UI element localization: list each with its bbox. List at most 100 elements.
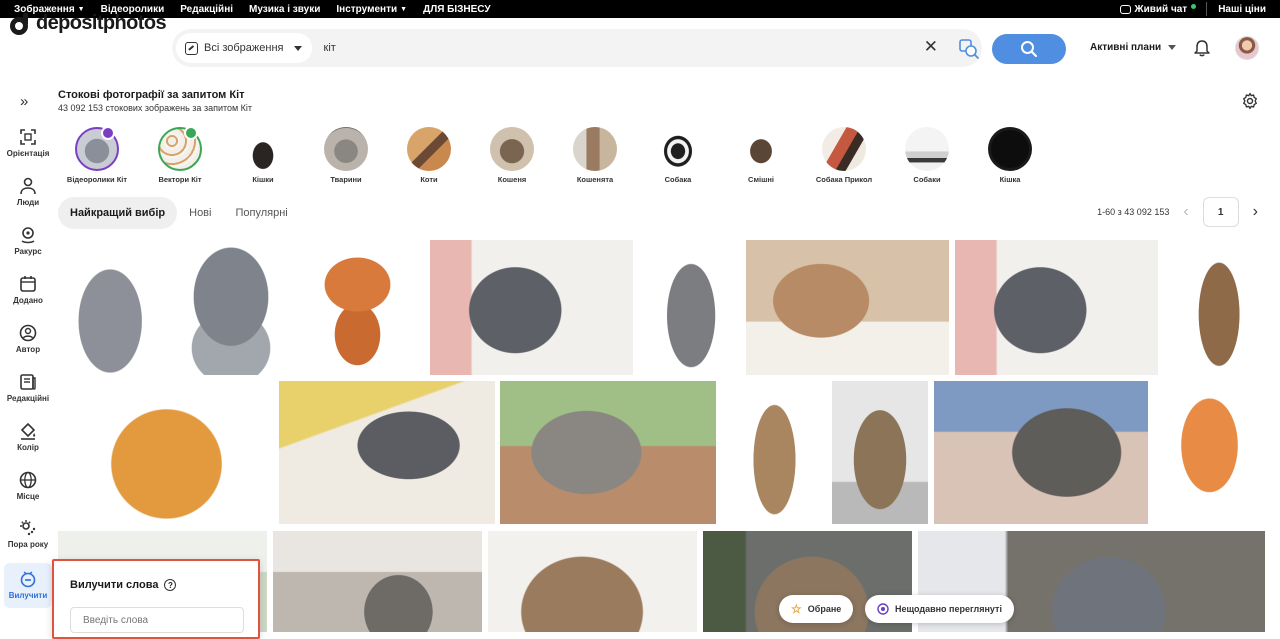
chip-11[interactable]: Собаки (887, 127, 967, 184)
result-image[interactable] (288, 240, 427, 375)
filter-orientation[interactable]: Орієнтація (0, 127, 56, 158)
chip-5[interactable]: Коти (389, 127, 469, 184)
nav-editorial[interactable]: Редакційні (172, 4, 241, 15)
filter-color-label: Колір (17, 443, 39, 452)
nav-tools[interactable]: Інструменти ▼ (328, 4, 415, 15)
help-icon[interactable]: ? (164, 579, 177, 591)
sort-tab-popular[interactable]: Популярні (223, 197, 299, 229)
exclude-words-panel: Вилучити слова ? (52, 559, 260, 639)
chevron-right-icon[interactable]: › (1253, 203, 1258, 221)
chip-12[interactable]: Кішка (970, 127, 1050, 184)
search-button[interactable] (992, 34, 1066, 64)
chip-9-image (739, 127, 783, 171)
nav-business[interactable]: ДЛЯ БІЗНЕСУ (415, 4, 499, 15)
result-image[interactable] (279, 381, 495, 524)
chat-icon (1119, 4, 1131, 14)
chip-3-image (241, 127, 285, 171)
chip-11-label: Собаки (913, 175, 941, 184)
live-chat-link[interactable]: Живий чат (1110, 3, 1207, 15)
eye-icon (877, 603, 889, 615)
chip-videos[interactable]: Відеоролики Кіт (57, 126, 137, 184)
result-image[interactable] (934, 381, 1148, 524)
chip-4-label: Тварини (330, 175, 362, 184)
chip-4[interactable]: Тварини (306, 127, 386, 184)
clear-search-icon[interactable]: ✕ (924, 38, 938, 56)
sort-tab-best[interactable]: Найкращий вибір (58, 197, 178, 229)
result-image[interactable] (832, 381, 928, 524)
filter-viewpoint[interactable]: Ракурс (0, 225, 56, 256)
result-image[interactable] (58, 240, 174, 375)
sort-tab-new[interactable]: Нові (177, 197, 223, 229)
video-badge-icon (101, 126, 115, 140)
filter-people-label: Люди (16, 198, 40, 207)
related-searches: Відеоролики Кіт Вектори Кіт Кішки Тварин… (57, 126, 1058, 187)
logo[interactable]: depositphotos (10, 12, 167, 35)
chevron-left-icon[interactable]: ‹ (1183, 203, 1188, 221)
result-image[interactable] (58, 381, 275, 524)
nav-tools-label: Інструменти (336, 3, 398, 15)
chip-3[interactable]: Кішки (223, 127, 303, 184)
chip-4-image (324, 127, 368, 171)
page-number-input[interactable]: 1 (1202, 197, 1239, 227)
result-image[interactable] (955, 240, 1158, 375)
chip-vectors[interactable]: Вектори Кіт (140, 126, 220, 184)
filter-season[interactable]: Пора року (0, 518, 56, 549)
favorites-button[interactable]: ☆ Обране (779, 595, 854, 623)
filter-location[interactable]: Місце (0, 470, 56, 501)
chip-12-image (988, 127, 1032, 171)
nav-business-label: ДЛЯ БІЗНЕСУ (423, 3, 491, 15)
chip-7[interactable]: Кошенята (555, 127, 635, 184)
filter-exclude[interactable]: Вилучити (4, 563, 52, 608)
filter-color[interactable]: Колір (0, 421, 56, 452)
sort-tabs: Найкращий вибір Нові Популярні (58, 197, 300, 229)
result-image[interactable] (1163, 240, 1265, 375)
result-image[interactable] (746, 240, 949, 375)
result-image[interactable] (500, 381, 716, 524)
nav-music-label: Музика і звуки (249, 3, 321, 15)
result-image[interactable] (636, 240, 742, 375)
star-icon: ☆ (791, 602, 802, 616)
prices-link[interactable]: Наші ціни (1207, 4, 1280, 15)
active-plans-menu[interactable]: Активні плани (1090, 42, 1177, 53)
season-icon (20, 520, 36, 536)
exclude-words-input[interactable] (70, 607, 244, 633)
chevron-down-icon (1168, 45, 1177, 50)
visual-search-icon[interactable] (958, 38, 980, 60)
editorial-icon (20, 374, 36, 390)
search-input[interactable] (323, 42, 884, 54)
viewpoint-icon (21, 227, 35, 244)
nav-music[interactable]: Музика і звуки (241, 4, 328, 15)
result-image[interactable] (430, 240, 633, 375)
chip-8-image (656, 127, 700, 171)
online-status-dot (1191, 3, 1197, 9)
filter-added[interactable]: Додано (0, 274, 56, 305)
filter-editorial[interactable]: Редакційні (0, 372, 56, 403)
chevron-down-icon: ▼ (400, 5, 408, 13)
filter-location-label: Місце (16, 492, 40, 501)
expand-sidebar-icon[interactable]: » (20, 93, 29, 110)
user-avatar[interactable] (1235, 36, 1259, 60)
result-image[interactable] (1154, 381, 1265, 524)
chip-10[interactable]: Собака Прикол (804, 127, 884, 184)
filter-editorial-label: Редакційні (6, 394, 50, 403)
result-image[interactable] (488, 531, 697, 632)
result-image[interactable] (273, 531, 482, 632)
active-plans-label: Активні плани (1090, 42, 1162, 53)
chip-10-image (822, 127, 866, 171)
notifications-bell-icon[interactable] (1192, 38, 1212, 58)
recently-viewed-button[interactable]: Нещодавно переглянуті (865, 595, 1014, 623)
filter-people[interactable]: Люди (0, 176, 56, 207)
logo-mark-icon (10, 12, 31, 35)
chip-9-label: Смішні (748, 175, 774, 184)
chip-9[interactable]: Смішні (721, 127, 801, 184)
chip-8[interactable]: Собака (638, 127, 718, 184)
category-select[interactable]: Всі зображення (176, 33, 312, 63)
result-image[interactable] (177, 240, 285, 375)
filter-viewpoint-label: Ракурс (14, 247, 42, 256)
gear-icon[interactable] (1241, 92, 1259, 110)
result-image[interactable] (722, 381, 827, 524)
top-nav-bar: Зображення ▼ Відеоролики Редакційні Музик… (0, 0, 1280, 18)
chip-6[interactable]: Кошеня (472, 127, 552, 184)
filter-author[interactable]: Автор (0, 323, 56, 354)
chip-3-label: Кішки (252, 175, 274, 184)
